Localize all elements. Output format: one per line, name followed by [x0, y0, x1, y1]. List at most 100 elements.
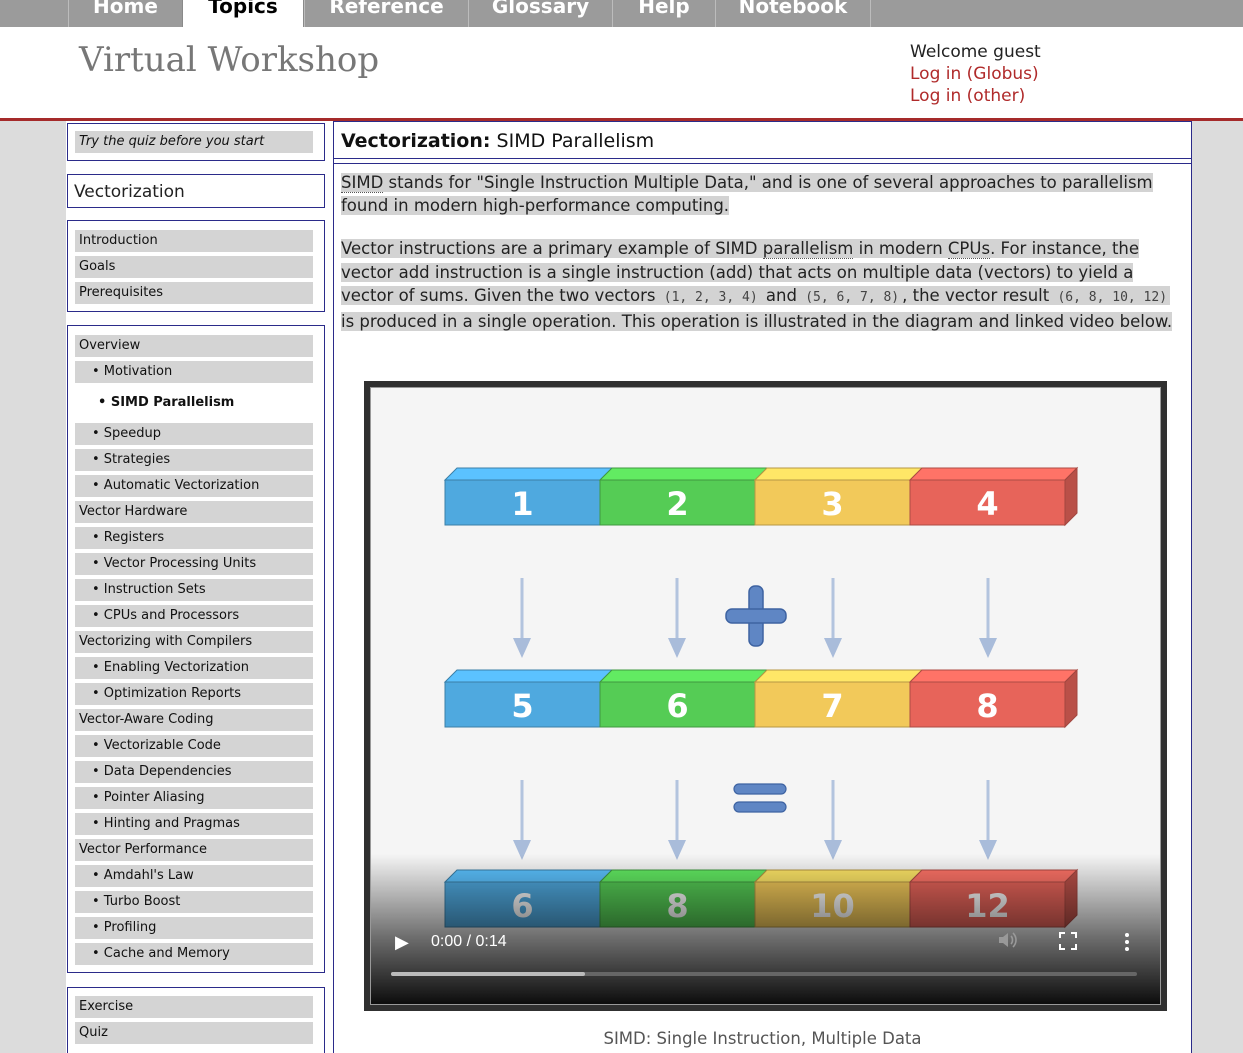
sidebar-item-registers[interactable]: • Registers	[75, 527, 313, 549]
abbr-cpus[interactable]: CPUs	[947, 239, 991, 259]
paragraph-vector: Vector instructions are a primary exampl…	[341, 237, 1181, 333]
sidebar-item-amdahl-s-law[interactable]: • Amdahl's Law	[75, 865, 313, 887]
vector-value: 8	[976, 687, 998, 725]
tab-glossary[interactable]: Glossary	[468, 0, 612, 27]
vector-cell-row1-3: 3	[753, 467, 924, 526]
tab-notebook[interactable]: Notebook	[715, 0, 871, 27]
nav-prerequisites[interactable]: Prerequisites	[75, 282, 313, 304]
sidebar-item-hinting-and-pragmas[interactable]: • Hinting and Pragmas	[75, 813, 313, 835]
page-header: Virtual Workshop Welcome guest Log in (G…	[0, 27, 1243, 118]
vector-cell-row1-4: 4	[908, 466, 1079, 527]
sidebar-item-optimization-reports[interactable]: • Optimization Reports	[75, 683, 313, 705]
sidebar-item-data-dependencies[interactable]: • Data Dependencies	[75, 761, 313, 783]
video-progress-buffer	[391, 972, 585, 976]
sidebar-item-profiling[interactable]: • Profiling	[75, 917, 313, 939]
sidebar-item-motivation[interactable]: • Motivation	[75, 361, 313, 383]
vector-value: 2	[666, 485, 688, 523]
sidebar-item-turbo-boost[interactable]: • Turbo Boost	[75, 891, 313, 913]
play-icon[interactable]: ▶	[395, 932, 409, 953]
arrow-down-icon	[668, 638, 686, 658]
welcome-panel: Welcome guest Log in (Globus) Log in (ot…	[910, 41, 1041, 107]
nav-exercise[interactable]: Exercise	[75, 996, 313, 1018]
paragraph-intro-text: stands for "Single Instruction Multiple …	[341, 173, 1153, 215]
exercise-nav: Exercise Quiz	[67, 987, 325, 1053]
sidebar-item-simd-parallelism: • SIMD Parallelism	[75, 392, 313, 414]
video-progress-bar[interactable]	[391, 972, 1137, 976]
sidebar-item-vectorizing-with-compilers[interactable]: Vectorizing with Compilers	[75, 631, 313, 653]
sidebar-item-vector-hardware[interactable]: Vector Hardware	[75, 501, 313, 523]
vector-value: 1	[511, 485, 533, 523]
arrow-down-icon	[513, 638, 531, 658]
page-title-bold: Vectorization:	[341, 130, 491, 152]
section-title-box: Vectorization	[67, 174, 325, 208]
sidebar-item-vectorizable-code[interactable]: • Vectorizable Code	[75, 735, 313, 757]
tab-help[interactable]: Help	[612, 0, 715, 27]
vector-cell-row2-1: 5	[443, 669, 614, 728]
tab-topics[interactable]: Topics	[182, 0, 304, 27]
abbr-simd[interactable]: SIMD	[341, 173, 384, 193]
site-title[interactable]: Virtual Workshop	[79, 40, 379, 80]
sidebar-item-cache-and-memory[interactable]: • Cache and Memory	[75, 943, 313, 965]
vector-value: 4	[976, 485, 998, 523]
fullscreen-icon[interactable]	[1059, 932, 1077, 954]
sidebar-item-vector-aware-coding[interactable]: Vector-Aware Coding	[75, 709, 313, 731]
page-title: Vectorization: SIMD Parallelism	[341, 130, 654, 152]
nav-introduction[interactable]: Introduction	[75, 230, 313, 252]
vector-cell-row1-2: 2	[598, 467, 769, 526]
video-controls-overlay	[371, 854, 1160, 1004]
vector-cell-row2-4: 8	[908, 668, 1079, 729]
code-vector-a: (1, 2, 3, 4)	[660, 290, 761, 305]
sidebar-item-instruction-sets[interactable]: • Instruction Sets	[75, 579, 313, 601]
paragraph-intro: SIMD stands for "Single Instruction Mult…	[341, 171, 1181, 217]
p2-text-c: in modern	[853, 239, 948, 258]
quiz-hint-box: Try the quiz before you start	[67, 123, 325, 161]
vector-cell-row2-3: 7	[753, 669, 924, 728]
top-nav: Home Topics Reference Glossary Help Note…	[0, 0, 1243, 27]
login-other-link[interactable]: Log in (other)	[910, 85, 1041, 107]
title-divider	[334, 163, 1191, 164]
vector-value: 6	[666, 687, 688, 725]
figure-caption: SIMD: Single Instruction, Multiple Data	[603, 1029, 922, 1048]
quiz-hint-link[interactable]: Try the quiz before you start	[75, 131, 313, 153]
arrow-down-icon	[979, 638, 997, 658]
p2-text-a: Vector instructions are a primary exampl…	[341, 239, 763, 258]
sidebar-item-strategies[interactable]: • Strategies	[75, 449, 313, 471]
p2-text-f: and	[760, 286, 803, 305]
tab-home[interactable]: Home	[68, 0, 182, 27]
main-content: Vectorization: SIMD Parallelism SIMD sta…	[333, 121, 1192, 1053]
page-title-bar: Vectorization: SIMD Parallelism	[334, 121, 1191, 159]
sidebar-item-cpus-and-processors[interactable]: • CPUs and Processors	[75, 605, 313, 627]
more-options-icon[interactable]	[1123, 932, 1131, 956]
arrow-down-icon	[824, 638, 842, 658]
video-time: 0:00 / 0:14	[431, 933, 507, 950]
plus-sign-icon	[725, 585, 787, 647]
vector-value: 7	[821, 687, 843, 725]
nav-quiz[interactable]: Quiz	[75, 1022, 313, 1044]
equals-sign-icon	[733, 783, 787, 813]
glossary-parallelism-link[interactable]: parallelism	[762, 239, 854, 259]
video-frame[interactable]: 12345678681012 ▶ 0:00 / 0:14	[370, 387, 1161, 1005]
welcome-text: Welcome guest	[910, 42, 1041, 62]
sidebar-item-automatic-vectorization[interactable]: • Automatic Vectorization	[75, 475, 313, 497]
vector-cell-row2-2: 6	[598, 669, 769, 728]
sidebar-item-overview[interactable]: Overview	[75, 335, 313, 357]
vector-value: 5	[511, 687, 533, 725]
volume-icon[interactable]	[997, 930, 1019, 954]
sidebar-item-pointer-aliasing[interactable]: • Pointer Aliasing	[75, 787, 313, 809]
sidebar-item-speedup[interactable]: • Speedup	[75, 423, 313, 445]
p2-text-g: , the vector result	[902, 286, 1055, 305]
sidebar-item-vector-performance[interactable]: Vector Performance	[75, 839, 313, 861]
vector-value: 3	[821, 485, 843, 523]
login-globus-link[interactable]: Log in (Globus)	[910, 63, 1041, 85]
video-player[interactable]: 12345678681012 ▶ 0:00 / 0:14	[364, 381, 1167, 1011]
tab-reference[interactable]: Reference	[304, 0, 468, 27]
p2-text-h: is produced in a single operation. This …	[341, 311, 1173, 331]
code-vector-b: (5, 6, 7, 8)	[802, 290, 903, 305]
page-title-rest: SIMD Parallelism	[490, 130, 655, 152]
right-gutter	[1192, 121, 1243, 1053]
left-gutter	[0, 121, 66, 1053]
sidebar-item-enabling-vectorization[interactable]: • Enabling Vectorization	[75, 657, 313, 679]
section-title: Vectorization	[74, 182, 185, 202]
sidebar-item-vector-processing-units[interactable]: • Vector Processing Units	[75, 553, 313, 575]
nav-goals[interactable]: Goals	[75, 256, 313, 278]
